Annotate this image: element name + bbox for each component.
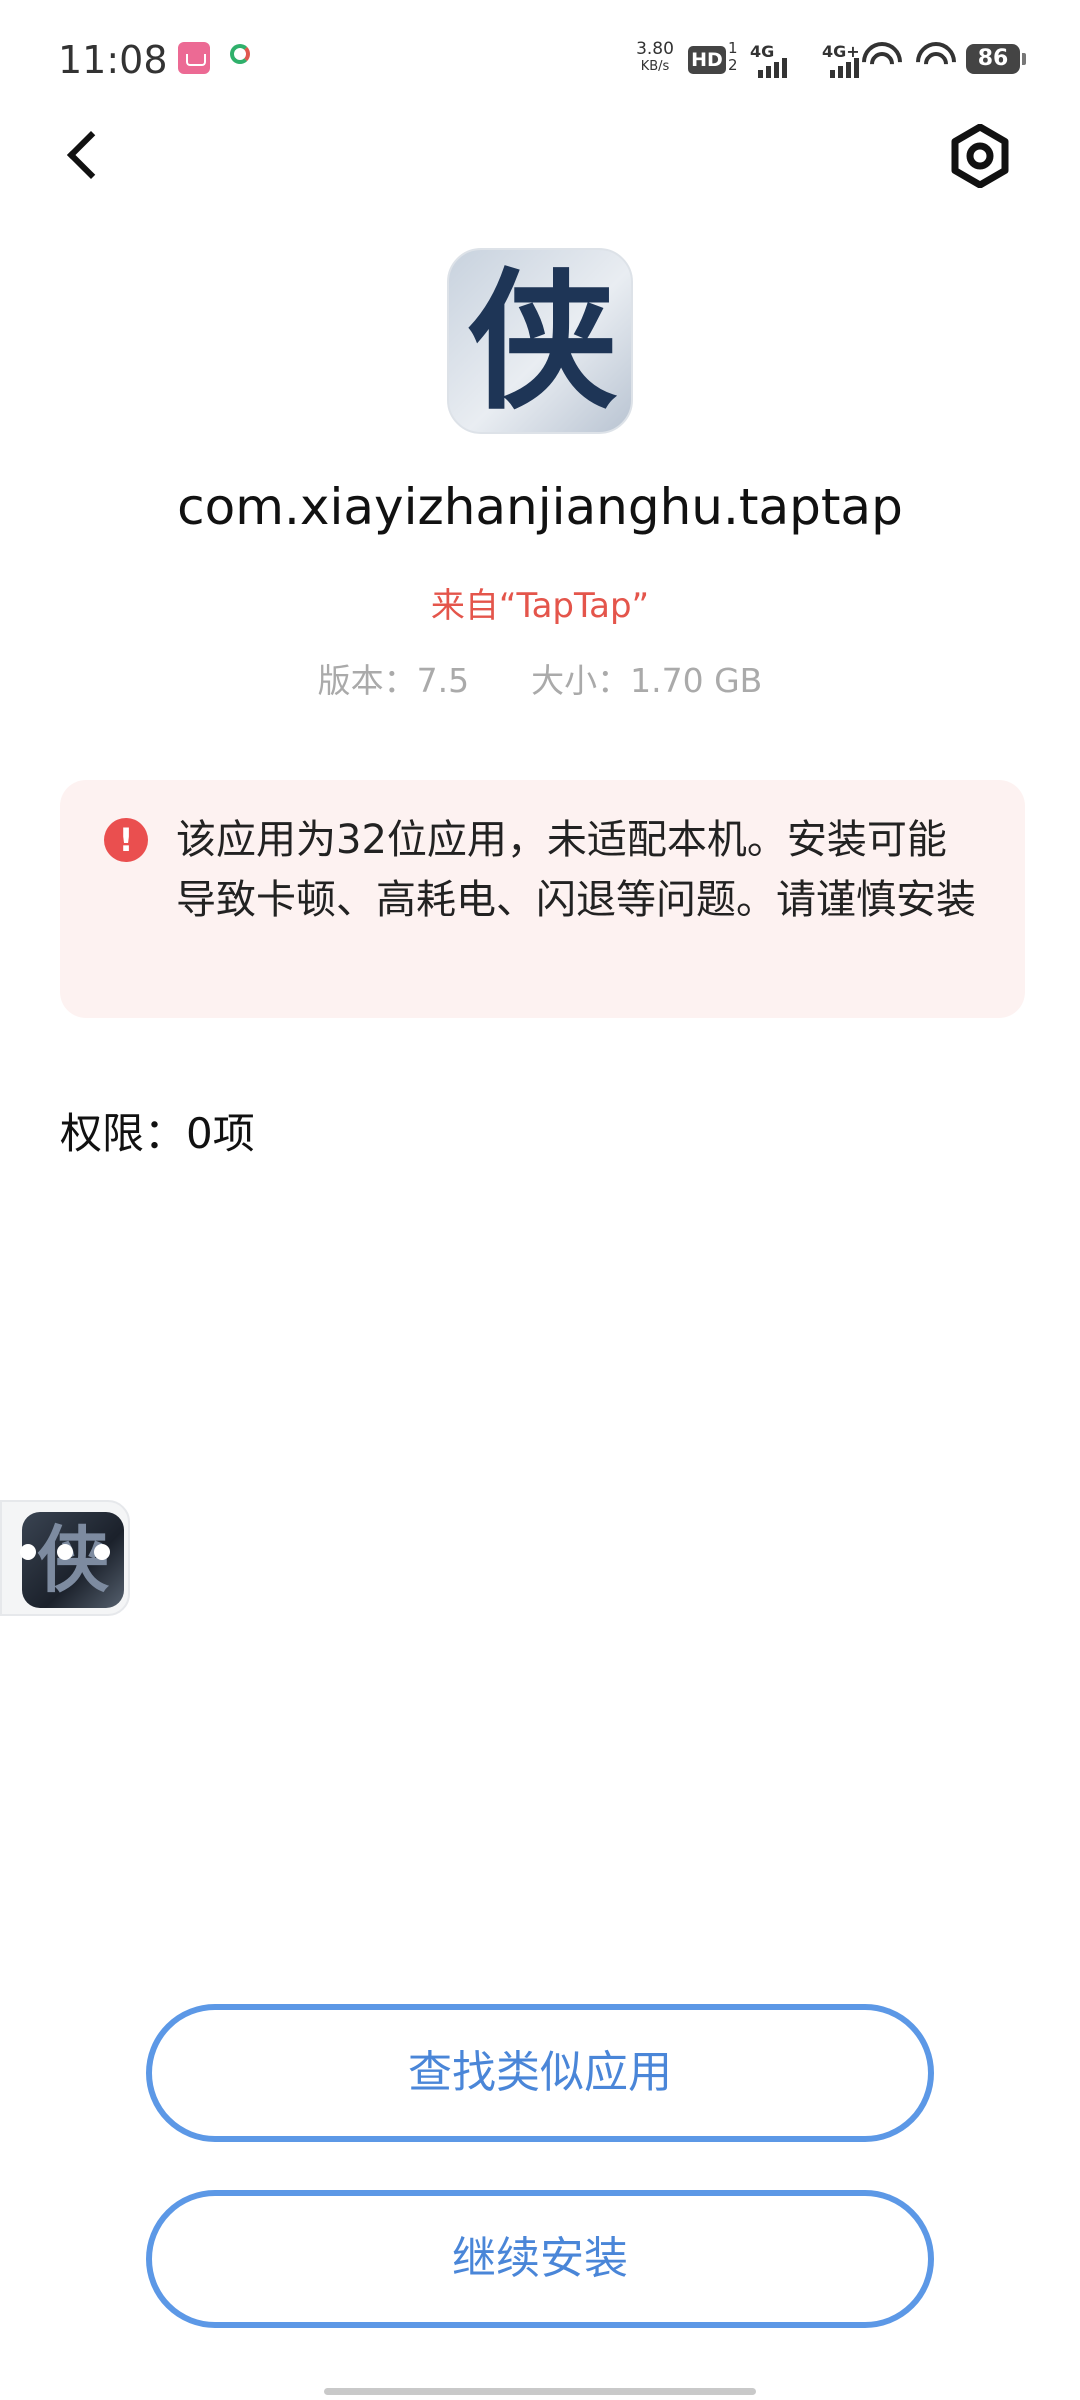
network-service-icon <box>230 44 250 64</box>
warning-text: 该应用为32位应用，未适配本机。安装可能导致卡顿、高耗电、闪退等问题。请谨慎安装 <box>176 817 976 923</box>
floating-app-bubble[interactable]: 侠 <box>0 1500 130 1616</box>
install-source: 来自“TapTap” <box>430 586 650 626</box>
app-size: 大小：1.70 GB <box>531 661 763 700</box>
network-speed: 3.80 KB/s <box>632 40 678 76</box>
exclamation-icon: ! <box>104 818 148 862</box>
floating-app-thumbnail: 侠 <box>22 1512 124 1608</box>
hd-voice-sim-bottom: 2 <box>728 56 738 74</box>
floating-app-glyph: 侠 <box>36 1518 109 1602</box>
network-speed-unit: KB/s <box>640 59 670 74</box>
package-name: com.xiayizhanjianghu.taptap <box>177 478 903 536</box>
app-icon-glyph: 侠 <box>466 256 617 430</box>
find-similar-apps-button[interactable]: 查找类似应用 <box>146 2004 934 2142</box>
settings-button[interactable] <box>948 123 1012 189</box>
back-button[interactable] <box>60 126 110 186</box>
compatibility-warning: ! 该应用为32位应用，未适配本机。安装可能导致卡顿、高耗电、闪退等问题。请谨慎… <box>60 780 1025 1018</box>
permissions-label: 权限：0项 <box>60 1109 255 1158</box>
app-meta: 版本：7.5 大小：1.70 GB <box>0 654 1080 702</box>
network-speed-value: 3.80 <box>636 39 674 59</box>
gear-icon <box>951 123 1009 189</box>
hd-voice-icon: HD <box>688 46 726 74</box>
hd-voice-sim-indicator: 1 2 <box>728 40 738 74</box>
home-indicator[interactable] <box>324 2388 756 2395</box>
app-icon: 侠 <box>447 248 633 434</box>
battery-icon: 86 <box>966 44 1026 74</box>
status-bar: 11:08 3.80 KB/s HD 1 2 4G 4G+ 86 <box>0 0 1080 120</box>
status-time: 11:08 <box>58 38 168 82</box>
more-dots-icon <box>10 1544 120 1560</box>
bilibili-icon <box>178 42 210 74</box>
wifi-icon <box>862 40 902 76</box>
hd-voice-sim-top: 1 <box>728 39 738 57</box>
wifi-icon <box>916 40 956 76</box>
continue-install-button[interactable]: 继续安装 <box>146 2190 934 2328</box>
app-version: 版本：7.5 <box>317 661 470 700</box>
